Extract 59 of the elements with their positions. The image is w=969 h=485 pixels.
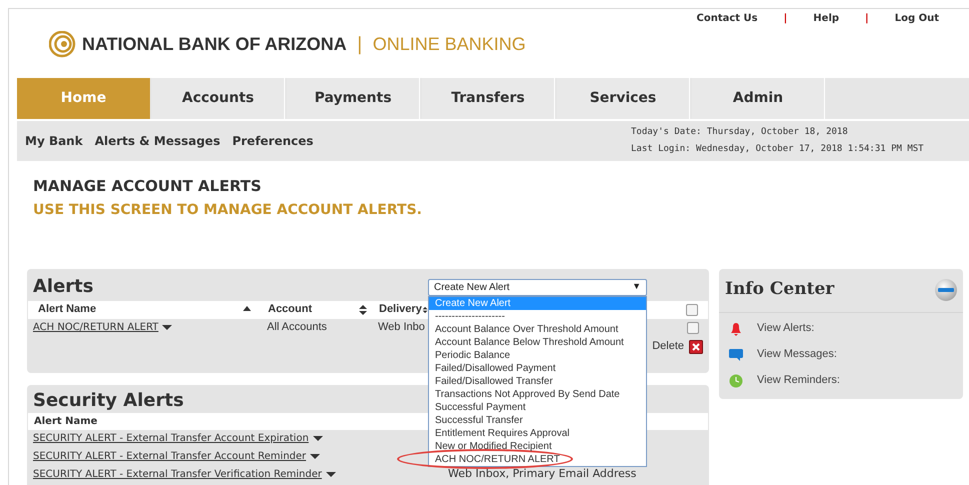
- dropdown-option[interactable]: ---------------------: [429, 310, 646, 322]
- sub-nav-link[interactable]: Alerts & Messages: [94, 132, 220, 150]
- dropdown-option[interactable]: Account Balance Below Threshold Amount: [429, 336, 646, 348]
- dropdown-option[interactable]: New or Modified Recipient: [429, 440, 646, 452]
- dropdown-option[interactable]: Successful Payment: [429, 400, 646, 414]
- caret-icon: [326, 471, 336, 478]
- dropdown-option[interactable]: Failed/Disallowed Transfer: [429, 374, 646, 388]
- dropdown-option[interactable]: ACH NOC/RETURN ALERT: [429, 452, 646, 466]
- security-alert-link[interactable]: SECURITY ALERT - External Transfer Verification Reminder: [33, 467, 322, 482]
- info-link[interactable]: View Alerts:: [757, 320, 814, 337]
- delete-label: Delete: [652, 339, 684, 354]
- header-link[interactable]: Log Out: [894, 11, 939, 25]
- column-header[interactable]: Delivery: [379, 301, 422, 318]
- bell-icon: [729, 322, 743, 336]
- page-title: MANAGE ACCOUNT ALERTS: [33, 176, 262, 197]
- last-login: Last Login: Wednesday, October 17, 2018 1:54:31 PM MST: [631, 142, 925, 156]
- dropdown-option[interactable]: Successful Transfer: [429, 414, 646, 426]
- link-separator: |: [782, 12, 788, 25]
- column-header[interactable]: Alert Name: [38, 301, 96, 318]
- panel-title: Alerts: [33, 276, 94, 296]
- dropdown-option[interactable]: Account Balance Over Threshold Amount: [429, 322, 646, 336]
- checkbox[interactable]: [686, 304, 698, 316]
- table-cell-text: Web Inbox, Primary Email Address: [448, 466, 636, 482]
- product-name: ONLINE BANKING: [372, 32, 526, 56]
- info-link[interactable]: View Reminders:: [757, 372, 840, 389]
- caret-icon: [162, 324, 172, 331]
- header-link[interactable]: Contact Us: [696, 11, 758, 25]
- link-separator: |: [864, 12, 870, 25]
- panel-title: Security Alerts: [33, 390, 184, 410]
- logo-icon: [49, 30, 76, 58]
- column-header: Alert Name: [34, 414, 98, 428]
- checkbox[interactable]: [687, 322, 699, 334]
- todays-date: Today's Date: Thursday, October 18, 2018: [631, 126, 849, 139]
- panel-title: Info Center: [725, 278, 834, 302]
- table-cell-text: Web Inbo: [377, 320, 425, 336]
- clock-icon: [729, 374, 743, 388]
- sub-nav-link[interactable]: My Bank: [25, 132, 83, 150]
- logo-divider: |: [356, 32, 363, 56]
- dropdown-option[interactable]: Periodic Balance: [429, 348, 646, 362]
- security-alert-link[interactable]: SECURITY ALERT - External Transfer Account Reminder: [33, 449, 306, 464]
- delete-icon[interactable]: [689, 340, 703, 354]
- alert-link[interactable]: ACH NOC/RETURN ALERT: [33, 320, 158, 335]
- sort-icon: [358, 304, 368, 316]
- dropdown-option[interactable]: Failed/Disallowed Payment: [429, 362, 646, 374]
- dropdown-option[interactable]: Entitlement Requires Approval: [429, 426, 646, 440]
- alert-type-select[interactable]: Create New Alert ▼: [428, 278, 647, 296]
- caret-icon: [310, 453, 320, 460]
- message-icon: [729, 348, 743, 362]
- bank-name: NATIONAL BANK OF ARIZONA: [82, 32, 347, 56]
- dropdown-option[interactable]: Transactions Not Approved By Send Date: [429, 388, 646, 400]
- info-link[interactable]: View Messages:: [757, 346, 837, 363]
- table-cell-text: All Accounts: [266, 320, 328, 336]
- caret-icon: [312, 435, 323, 442]
- security-alert-link[interactable]: SECURITY ALERT - External Transfer Account Expiration: [33, 431, 309, 446]
- sub-nav-link[interactable]: Preferences: [232, 132, 314, 150]
- column-header[interactable]: Account: [268, 301, 312, 318]
- page-subtitle: USE THIS SCREEN TO MANAGE ACCOUNT ALERTS.: [33, 200, 423, 220]
- collapse-button[interactable]: [935, 279, 957, 301]
- header-link[interactable]: Help: [813, 11, 840, 25]
